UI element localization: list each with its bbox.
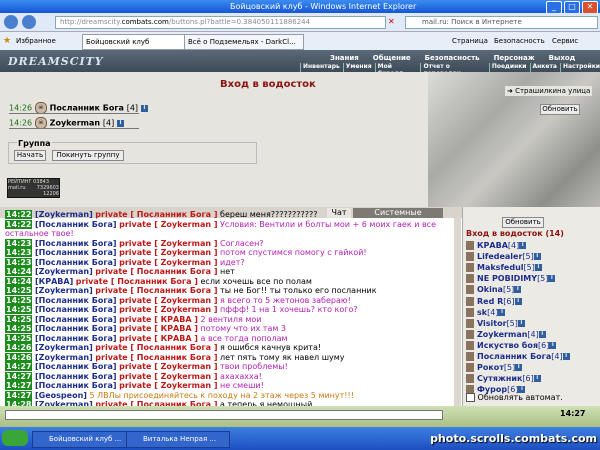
info-icon[interactable]: i	[562, 353, 570, 360]
back-button[interactable]	[4, 15, 18, 29]
info-icon[interactable]: i	[533, 375, 541, 383]
tab-combats[interactable]: Бойцовский клуб	[82, 34, 186, 50]
userlist-title: Вход в водосток (14)	[466, 229, 564, 238]
user-list-item[interactable]: Visitor[5] i	[466, 318, 525, 329]
favorites-button[interactable]: Избранное	[16, 35, 56, 47]
toolbar-page[interactable]: Страница	[452, 35, 488, 47]
avatar-icon	[466, 329, 474, 339]
window-title: Бойцовский клуб - Windows Internet Explo…	[230, 2, 417, 11]
avatar-icon	[466, 263, 474, 273]
address-bar-row: http://dreamscity.combats.com/buttons.pl…	[0, 13, 600, 32]
toolbar-service[interactable]: Сервис	[552, 35, 578, 47]
rating-counter[interactable]: РЕЙТИНГ 03843 mail.ru 7329603 12206	[7, 178, 60, 198]
toolbar-security[interactable]: Безопасность	[494, 35, 545, 47]
info-icon[interactable]: i	[538, 330, 546, 338]
info-icon[interactable]: i	[534, 264, 542, 272]
info-icon[interactable]: i	[514, 297, 522, 305]
user-list-item[interactable]: NE POBIDIMY[5] i	[466, 273, 556, 284]
user-list-item[interactable]: Lifedealer[5] i	[466, 251, 541, 262]
location-link[interactable]: ➜ Страшилкина улица	[505, 86, 593, 96]
start-button[interactable]	[2, 430, 28, 446]
auto-refresh-checkbox[interactable]	[466, 393, 475, 402]
tab-darkclub[interactable]: Всё о Подземельях - DarkCl...	[184, 34, 304, 50]
refresh-userlist-button[interactable]: Обновить	[502, 217, 544, 228]
info-icon[interactable]: i	[117, 119, 125, 127]
menu-security[interactable]: Безопасность	[425, 54, 480, 62]
chat-private-target[interactable]: private [ Zoykerman ]	[119, 220, 217, 229]
menu-character[interactable]: Персонаж	[494, 54, 535, 62]
auto-refresh-row: Обновлять автомат.	[466, 393, 563, 402]
info-icon[interactable]: i	[498, 308, 506, 316]
divider	[9, 128, 139, 129]
leave-group-button[interactable]: Покинуть группу	[52, 150, 124, 161]
star-icon[interactable]: ★	[3, 35, 11, 47]
info-icon[interactable]: i	[519, 242, 527, 249]
info-icon[interactable]: i	[549, 341, 557, 349]
avatar-icon	[466, 285, 474, 295]
game-logo: DREAMSCITY	[8, 55, 104, 68]
chat-message: Условия: Вентили и болты мои + 6 моих га…	[220, 219, 436, 229]
avatar-icon	[466, 241, 474, 250]
refresh-location-button[interactable]: Обновить	[540, 104, 580, 115]
avatar-icon	[466, 307, 474, 317]
game-clock: 14:27	[560, 409, 586, 418]
info-icon[interactable]: i	[533, 253, 541, 261]
menu-communication[interactable]: Общение	[373, 54, 411, 62]
search-input[interactable]: mail.ru: Поиск в Интернете	[405, 16, 598, 29]
avatar-icon	[466, 274, 474, 284]
start-group-button[interactable]: Начать	[14, 150, 46, 161]
taskbar-item-combats[interactable]: Бойцовский клуб ...	[32, 431, 140, 448]
avatar-icon	[466, 340, 474, 350]
taskbar-item-opera[interactable]: Виталька Непрая ...	[126, 431, 230, 448]
avatar-icon	[466, 318, 474, 328]
user-list-item[interactable]: Сутяжник[6] i	[466, 373, 541, 384]
user-list-item[interactable]: Maksfedul[5] i	[466, 262, 542, 273]
group-title: Группа	[17, 139, 52, 148]
menu-knowledge[interactable]: Знания	[330, 54, 359, 62]
info-icon[interactable]: i	[514, 286, 522, 294]
chat-input[interactable]	[5, 410, 443, 420]
game-main-menu: Знания Общение Безопасность Персонаж Вых…	[330, 54, 575, 62]
forward-button[interactable]	[22, 15, 36, 29]
avatar-icon	[466, 352, 474, 361]
info-icon[interactable]: i	[140, 104, 148, 112]
window-title-bar: Бойцовский клуб - Windows Internet Explo…	[0, 0, 600, 14]
chat-scrollbar[interactable]	[454, 218, 461, 406]
browser-tab-bar: ★ Избранное Бойцовский клуб Всё о Подзем…	[0, 32, 600, 51]
divider	[9, 113, 139, 114]
chat-log: 14:22 [Zoykerman] private [ Посланник Бо…	[5, 209, 458, 411]
player-name[interactable]: Посланник Бога	[50, 104, 124, 113]
info-icon[interactable]: i	[548, 275, 556, 283]
refresh-stop-icon[interactable]: ✕	[388, 17, 395, 26]
user-list-item[interactable]: Okina[5] i	[466, 284, 522, 295]
page-title: Вход в водосток	[220, 79, 316, 90]
avatar-icon	[466, 296, 474, 306]
address-input[interactable]: http://dreamscity.combats.com/buttons.pl…	[55, 16, 386, 29]
avatar-icon	[466, 252, 474, 262]
menu-exit[interactable]: Выход	[549, 54, 576, 62]
watermark: photo.scrolls.combats.com	[430, 432, 597, 445]
user-list-item[interactable]: sk[4] i	[466, 307, 506, 318]
avatar-icon	[466, 374, 474, 384]
user-list-item[interactable]: Рокот[5] i	[466, 362, 523, 373]
user-list-item[interactable]: Посланник Бога[4] i	[466, 351, 570, 362]
info-icon[interactable]: i	[517, 319, 525, 327]
user-list-item[interactable]: Zoykerman[4] i	[466, 329, 546, 340]
location-panel	[0, 72, 428, 207]
avatar-icon	[466, 363, 474, 373]
user-list-item[interactable]: Red R[6] i	[466, 296, 522, 307]
info-icon[interactable]: i	[515, 364, 523, 372]
user-list-item[interactable]: Искуство боя[6] i	[466, 340, 557, 351]
player-name[interactable]: Zoykerman	[50, 119, 100, 128]
user-list-item[interactable]: КРАВА[4] i	[466, 240, 527, 251]
